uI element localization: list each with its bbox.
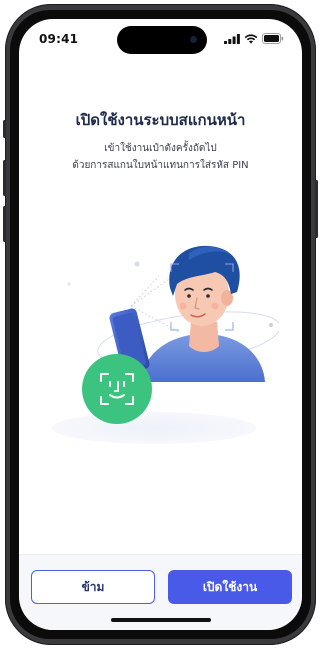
- status-time: 09:41: [39, 32, 79, 46]
- signal-icon: [224, 33, 240, 44]
- dynamic-island: [117, 26, 207, 54]
- wifi-icon: [244, 33, 258, 44]
- device-canvas: 09:41 เปิดใช้งานระบบสแกนหน้า เข้าใช้งานเ…: [0, 0, 321, 649]
- status-icons: [224, 33, 284, 44]
- skip-button[interactable]: ข้าม: [31, 570, 155, 604]
- subtitle-line-1: เข้าใช้งานเป๋าตังครั้งถัดไป: [104, 143, 217, 154]
- subtitle-line-2: ด้วยการสแกนใบหน้าแทนการใส่รหัส PIN: [72, 160, 249, 171]
- battery-icon: [262, 33, 284, 44]
- app-screen: 09:41 เปิดใช้งานระบบสแกนหน้า เข้าใช้งานเ…: [19, 19, 302, 630]
- page-title: เปิดใช้งานระบบสแกนหน้า: [75, 111, 246, 129]
- enable-button[interactable]: เปิดใช้งาน: [168, 570, 292, 604]
- person-neck: [189, 322, 219, 352]
- ground-shadow: [52, 412, 256, 444]
- home-indicator: [111, 618, 211, 622]
- phone-volume-up: [3, 160, 6, 196]
- face-scan-illustration: [52, 245, 279, 444]
- camera-dot: [190, 36, 197, 43]
- phone-volume-down: [3, 206, 6, 242]
- phone-power-button: [315, 180, 318, 238]
- phone-silent-switch: [3, 120, 6, 138]
